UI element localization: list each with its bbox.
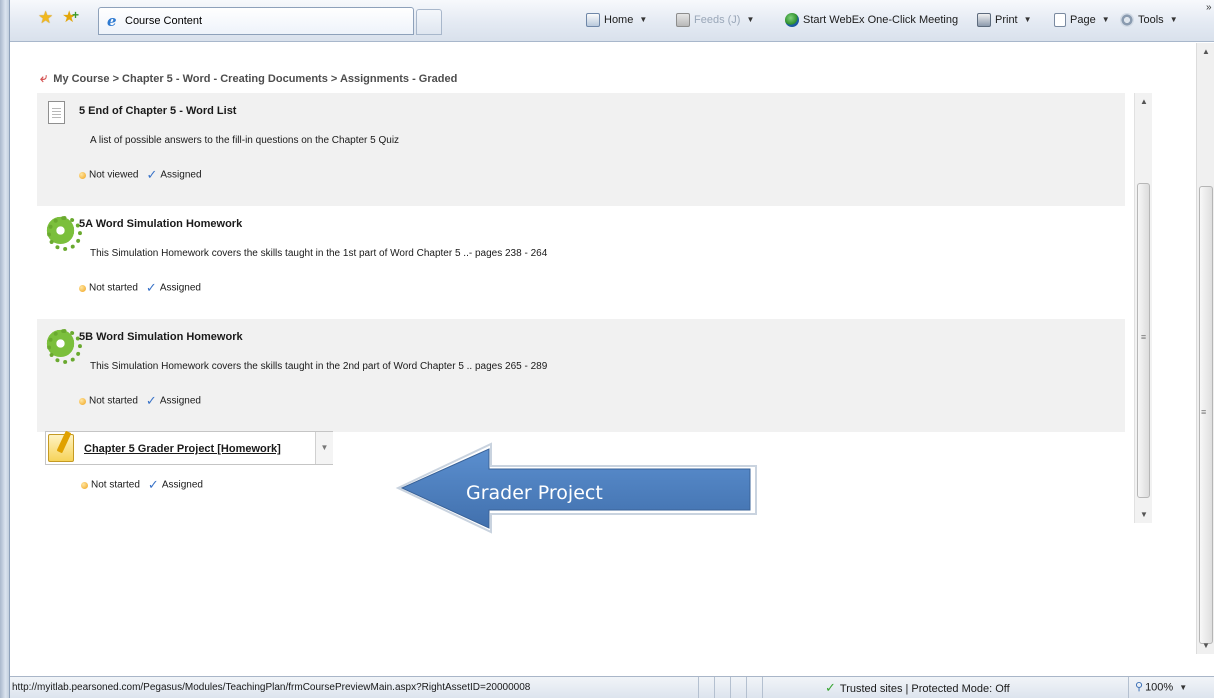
scrollbar-thumb[interactable]: ≡ [1137, 183, 1150, 498]
breadcrumb: ⤶ My Course > Chapter 5 - Word - Creating… [40, 70, 457, 86]
home-label: Home [604, 14, 634, 26]
zoom-control[interactable]: ⚲ 100% ▼ [1128, 677, 1214, 698]
status-url: http://myitlab.pearsoned.com/Pegasus/Mod… [10, 677, 699, 698]
simulation-icon [45, 327, 82, 364]
print-button[interactable]: Print ▼ [977, 12, 1032, 28]
scroll-up-arrow-icon[interactable]: ▲ [1197, 43, 1214, 60]
back-arrow-icon[interactable]: ⤶ [40, 70, 47, 86]
status-pane [747, 677, 763, 698]
checkmark-icon: ✓ [145, 280, 157, 295]
checkmark-icon: ✓ [825, 680, 836, 695]
webex-button[interactable]: Start WebEx One-Click Meeting [785, 12, 958, 28]
project-icon [48, 434, 74, 462]
page-label: Page [1070, 14, 1096, 26]
status-dot-icon [79, 284, 86, 292]
home-button[interactable]: Home ▼ [586, 12, 647, 28]
scroll-up-arrow-icon[interactable]: ▲ [1135, 93, 1153, 110]
ie-page-icon: e [107, 12, 117, 30]
grip-icon: ≡ [1201, 407, 1207, 417]
list-scrollbar[interactable]: ▲ ≡ ▼ [1134, 93, 1152, 523]
tools-label: Tools [1138, 14, 1164, 26]
feed-icon [676, 13, 690, 28]
list-item: 5A Word Simulation Homework This Simulat… [37, 206, 1125, 319]
gear-icon [1120, 13, 1134, 28]
item-title[interactable]: 5B Word Simulation Homework [79, 331, 243, 343]
item-status: Not started ✓ Assigned [79, 393, 201, 409]
printer-icon [977, 13, 991, 28]
grader-project-link[interactable]: Chapter 5 Grader Project [Homework] [84, 443, 281, 455]
chevron-down-icon[interactable]: ▼ [639, 12, 647, 28]
checkmark-icon: ✓ [147, 477, 159, 492]
browser-window: ★ ★ + e Course Content Home ▼ Feeds (J) ▼ S… [0, 0, 1214, 698]
scroll-down-arrow-icon[interactable]: ▼ [1135, 506, 1153, 523]
callout-label: Grader Project [466, 482, 603, 504]
item-description: This Simulation Homework covers the skil… [90, 248, 548, 259]
chevron-down-icon[interactable]: ▼ [746, 12, 754, 28]
tab-course-content[interactable]: e Course Content [98, 7, 414, 35]
status-dot-icon [79, 397, 86, 405]
globe-icon [785, 13, 799, 28]
assignment-text: Assigned [159, 282, 201, 294]
status-text: Not started [89, 395, 138, 407]
checkmark-icon: ✓ [145, 393, 157, 408]
webex-label: Start WebEx One-Click Meeting [803, 14, 959, 26]
print-label: Print [995, 14, 1018, 26]
item-description: A list of possible answers to the fill-i… [90, 135, 400, 146]
document-icon [48, 101, 65, 124]
more-commands-chevron-icon[interactable]: » [1206, 2, 1212, 13]
breadcrumb-text[interactable]: My Course > Chapter 5 - Word - Creating … [53, 73, 457, 85]
feeds-label: Feeds (J) [694, 14, 741, 26]
item-status: Not started ✓ Assigned [79, 280, 201, 296]
item-menu-chevron-icon[interactable]: ▼ [315, 432, 333, 464]
grader-project-status: Not started ✓ Assigned [81, 477, 203, 493]
assignment-text: Assigned [161, 479, 203, 491]
item-description: This Simulation Homework covers the skil… [90, 361, 548, 372]
chevron-down-icon[interactable]: ▼ [1024, 12, 1032, 28]
new-tab-button[interactable] [416, 9, 442, 35]
page-menu-button[interactable]: Page ▼ [1054, 12, 1110, 28]
list-item: 5 End of Chapter 5 - Word List A list of… [37, 93, 1125, 206]
status-pane [731, 677, 747, 698]
security-zone[interactable]: ✓ Trusted sites | Protected Mode: Off [825, 677, 1075, 698]
item-status: Not viewed ✓ Assigned [79, 167, 202, 183]
checkmark-icon: ✓ [146, 167, 158, 182]
status-bar: http://myitlab.pearsoned.com/Pegasus/Mod… [10, 676, 1214, 698]
simulation-icon [45, 214, 82, 251]
favorites-star-icon[interactable]: ★ [38, 9, 56, 27]
page-content: ⤶ My Course > Chapter 5 - Word - Creating… [10, 43, 1196, 654]
item-title[interactable]: 5 End of Chapter 5 - Word List [79, 105, 236, 117]
page-scrollbar[interactable]: ▲ ≡ ▼ [1196, 43, 1214, 654]
assignment-text: Assigned [160, 169, 202, 181]
home-icon [586, 13, 600, 28]
tab-label: Course Content [125, 15, 203, 27]
chevron-down-icon[interactable]: ▼ [1179, 677, 1187, 698]
grader-project-item: Chapter 5 Grader Project [Homework] ▼ [45, 431, 333, 465]
status-text: Not viewed [89, 169, 139, 181]
status-text: Not started [91, 479, 140, 491]
status-text: Not started [89, 282, 138, 294]
chevron-down-icon: ▼ [1101, 15, 1110, 25]
feeds-button[interactable]: Feeds (J) ▼ [676, 12, 754, 28]
status-dot-icon [79, 171, 86, 179]
item-title[interactable]: 5A Word Simulation Homework [79, 218, 242, 230]
page-icon [1054, 13, 1066, 28]
status-pane [715, 677, 731, 698]
magnifier-icon: ⚲ [1135, 681, 1144, 694]
add-favorites-icon[interactable]: ★ + [62, 8, 82, 27]
zoom-level: 100% [1145, 681, 1174, 694]
status-dot-icon [81, 481, 88, 489]
grader-project-callout: Grader Project [390, 442, 762, 534]
assignment-text: Assigned [159, 395, 201, 407]
grip-icon: ≡ [1140, 332, 1147, 342]
window-left-edge [0, 0, 10, 698]
tools-menu-button[interactable]: Tools ▼ [1120, 12, 1178, 28]
chevron-down-icon: ▼ [1169, 15, 1178, 25]
scroll-down-arrow-icon[interactable]: ▼ [1197, 637, 1214, 654]
command-bar: ★ ★ + e Course Content Home ▼ Feeds (J) ▼ S… [10, 0, 1214, 42]
list-item: 5B Word Simulation Homework This Simulat… [37, 319, 1125, 432]
status-pane [699, 677, 715, 698]
security-zone-text: Trusted sites | Protected Mode: Off [839, 683, 1010, 695]
scrollbar-thumb[interactable]: ≡ [1199, 186, 1213, 644]
